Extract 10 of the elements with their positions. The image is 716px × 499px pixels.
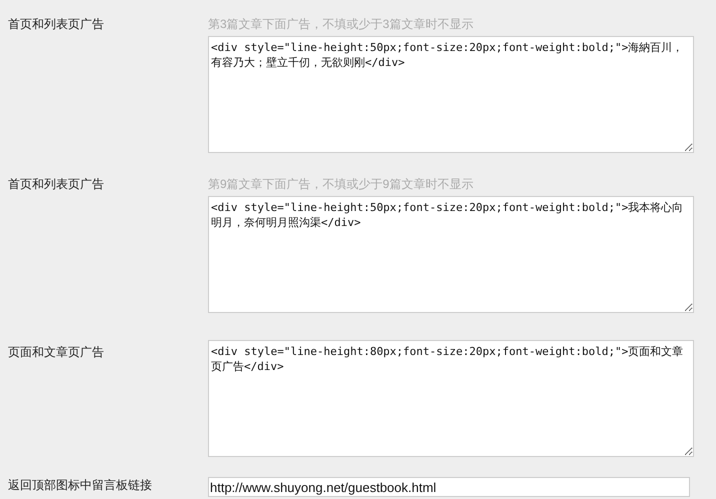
url-input[interactable]: http://www.shuyong.net/guestbook.html <box>208 477 690 497</box>
field-label: 返回顶部图标中留言板链接 <box>8 477 153 494</box>
field-label: 首页和列表页广告 <box>8 16 105 33</box>
ad-code-textarea[interactable]: <div style="line-height:50px;font-size:20px;font-weight:bold;">海納百川，有容乃大；壁立千仞，无欲则刚</div> <box>208 36 694 153</box>
field-label: 首页和列表页广告 <box>8 176 105 193</box>
hint-text: 第9篇文章下面广告，不填或少于9篇文章时不显示 <box>208 176 474 192</box>
field-label: 页面和文章页广告 <box>8 344 105 361</box>
ad-code-textarea[interactable]: <div style="line-height:80px;font-size:20px;font-weight:bold;">页面和文章页广告</div> <box>208 340 694 457</box>
hint-text: 第3篇文章下面广告，不填或少于3篇文章时不显示 <box>208 16 474 32</box>
ad-code-textarea[interactable]: <div style="line-height:50px;font-size:20px;font-weight:bold;">我本将心向明月，奈何明月照沟渠</div> <box>208 196 694 313</box>
